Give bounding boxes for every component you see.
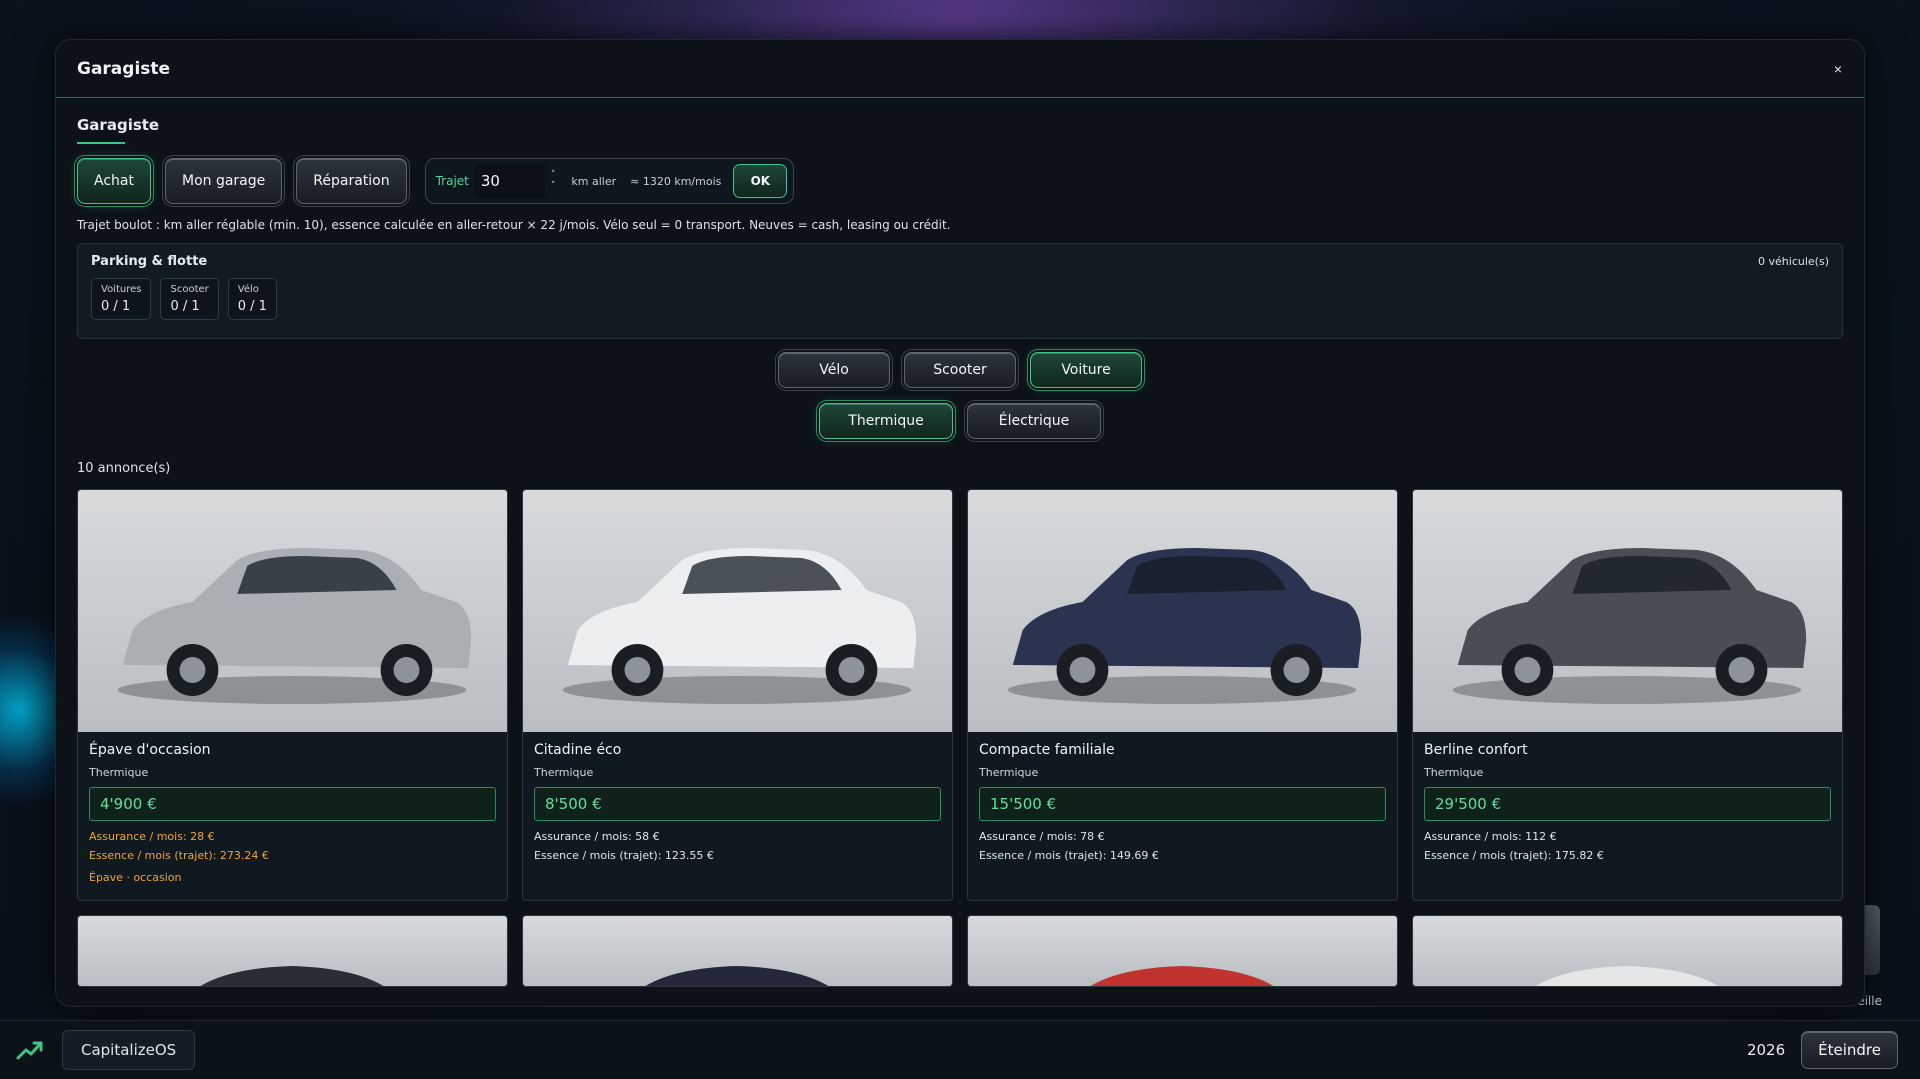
listing-energy: Thermique	[1424, 766, 1484, 779]
listing-title: Compacte familiale	[979, 742, 1115, 758]
car-image	[117, 548, 472, 704]
garagiste-window: Garagiste × Garagiste Achat Mon garage R…	[55, 39, 1865, 1007]
vehicle-count: 0 véhicule(s)	[1758, 255, 1829, 268]
listing-insurance: Assurance / mois: 78 €	[979, 830, 1105, 843]
listing-title: Épave d'occasion	[89, 742, 211, 758]
trajet-hint: Trajet boulot : km aller réglable (min. …	[77, 218, 951, 232]
listing-price[interactable]: 8'500 €	[534, 787, 941, 821]
capitalizeos-button[interactable]: CapitalizeOS	[62, 1030, 196, 1070]
car-image	[1090, 966, 1274, 986]
close-button[interactable]: ×	[1834, 61, 1842, 77]
vehicle-type-filter: Vélo Scooter Voiture	[77, 352, 1843, 388]
trajet-ok-button[interactable]: OK	[733, 164, 788, 198]
listing-title: Citadine éco	[534, 742, 622, 758]
trajet-unit: km aller	[571, 174, 617, 188]
slot-velo: Vélo 0 / 1	[227, 278, 277, 320]
listing-card[interactable]	[967, 915, 1398, 987]
slot-label: Voitures	[101, 284, 142, 295]
trend-up-icon[interactable]	[16, 1039, 44, 1061]
listing-price[interactable]: 15'500 €	[979, 787, 1386, 821]
listing-card[interactable]	[1412, 915, 1843, 987]
listing-price[interactable]: 29'500 €	[1424, 787, 1831, 821]
parking-title: Parking & flotte	[91, 254, 208, 269]
listing-photo	[1413, 916, 1842, 986]
listing-fuel-cost: Essence / mois (trajet): 175.82 €	[1424, 849, 1604, 862]
reparation-button[interactable]: Réparation	[296, 158, 407, 204]
year-display: 2026	[1746, 1041, 1786, 1059]
listing-card[interactable]	[77, 915, 508, 987]
listing-body: Épave d'occasion Thermique 4'900 € Assuranc…	[78, 732, 507, 894]
slot-scooter: Scooter 0 / 1	[160, 278, 219, 320]
slot-value: 0 / 1	[237, 299, 267, 314]
chevron-down-icon[interactable]: ˅	[551, 181, 556, 192]
listing-photo	[523, 490, 952, 732]
window-header: Garagiste ×	[56, 40, 1864, 98]
listing-insurance: Assurance / mois: 58 €	[534, 830, 660, 843]
listing-insurance: Assurance / mois: 112 €	[1424, 830, 1557, 843]
filter-voiture[interactable]: Voiture	[1030, 352, 1142, 388]
slot-label: Scooter	[170, 284, 209, 295]
listing-energy: Thermique	[979, 766, 1039, 779]
listing-photo	[78, 916, 507, 986]
toolbar: Achat Mon garage Réparation Trajet ˄ ˅ k…	[77, 158, 1843, 204]
trajet-label: Trajet	[435, 174, 469, 188]
listing-tag: Épave · occasion	[89, 871, 182, 884]
trajet-input[interactable]	[474, 164, 545, 198]
mon-garage-button[interactable]: Mon garage	[164, 158, 283, 204]
car-image	[645, 966, 829, 986]
listing-card[interactable]: Berline confort Thermique 29'500 € Assuranc…	[1412, 489, 1843, 901]
listing-photo	[523, 916, 952, 986]
listing-card[interactable]: Épave d'occasion Thermique 4'900 € Assuranc…	[77, 489, 508, 901]
listing-grid: Épave d'occasion Thermique 4'900 € Assuranc…	[77, 489, 1843, 987]
filter-electrique[interactable]: Électrique	[967, 403, 1101, 439]
listing-fuel-cost: Essence / mois (trajet): 273.24 €	[89, 849, 269, 862]
listing-photo	[968, 916, 1397, 986]
filter-velo[interactable]: Vélo	[778, 352, 890, 388]
car-image	[1007, 548, 1362, 704]
slot-value: 0 / 1	[101, 299, 131, 314]
window-title: Garagiste	[77, 58, 171, 79]
section-tab-garagiste[interactable]: Garagiste	[77, 116, 159, 144]
trajet-stepper[interactable]: ˄ ˅	[551, 170, 556, 192]
slot-label: Vélo	[237, 284, 259, 295]
energy-filter: Thermique Électrique	[77, 403, 1843, 439]
listing-fuel-cost: Essence / mois (trajet): 149.69 €	[979, 849, 1159, 862]
chevron-up-icon[interactable]: ˄	[551, 170, 556, 181]
car-image	[1535, 966, 1719, 986]
listing-card[interactable]	[522, 915, 953, 987]
listing-card[interactable]: Compacte familiale Thermique 15'500 € Assur…	[967, 489, 1398, 901]
listing-body: Citadine éco Thermique 8'500 € Assurance / …	[523, 732, 952, 872]
car-image	[1452, 548, 1807, 704]
listing-energy: Thermique	[89, 766, 149, 779]
slot-voitures: Voitures 0 / 1	[91, 278, 152, 320]
listing-count: 10 annonce(s)	[77, 461, 171, 476]
listing-insurance: Assurance / mois: 28 €	[89, 830, 215, 843]
filter-thermique[interactable]: Thermique	[819, 403, 953, 439]
listing-body: Berline confort Thermique 29'500 € Assuranc…	[1413, 732, 1842, 872]
slot-value: 0 / 1	[170, 299, 200, 314]
listing-price[interactable]: 4'900 €	[89, 787, 496, 821]
listing-photo	[78, 490, 507, 732]
listing-photo	[1413, 490, 1842, 732]
listing-fuel-cost: Essence / mois (trajet): 123.55 €	[534, 849, 714, 862]
window-content: Garagiste Achat Mon garage Réparation Tr…	[56, 98, 1864, 987]
trajet-monthly-estimate: ≈ 1320 km/mois	[630, 174, 722, 188]
filter-scooter[interactable]: Scooter	[904, 352, 1016, 388]
achat-button[interactable]: Achat	[77, 158, 151, 204]
car-image	[562, 548, 917, 704]
power-off-button[interactable]: Éteindre	[1801, 1031, 1898, 1069]
listing-card[interactable]: Citadine éco Thermique 8'500 € Assurance / …	[522, 489, 953, 901]
parking-panel: Parking & flotte 0 véhicule(s) Voitures …	[77, 243, 1843, 339]
listing-title: Berline confort	[1424, 742, 1528, 758]
car-image	[200, 966, 384, 986]
listing-body: Compacte familiale Thermique 15'500 € Assur…	[968, 732, 1397, 872]
trajet-control: Trajet ˄ ˅ km aller ≈ 1320 km/mois OK	[424, 158, 795, 204]
parking-slots: Voitures 0 / 1 Scooter 0 / 1 Vélo 0 / 1	[91, 278, 1829, 320]
taskbar: CapitalizeOS 2026 Éteindre	[0, 1020, 1920, 1079]
listing-photo	[968, 490, 1397, 732]
listing-energy: Thermique	[534, 766, 594, 779]
